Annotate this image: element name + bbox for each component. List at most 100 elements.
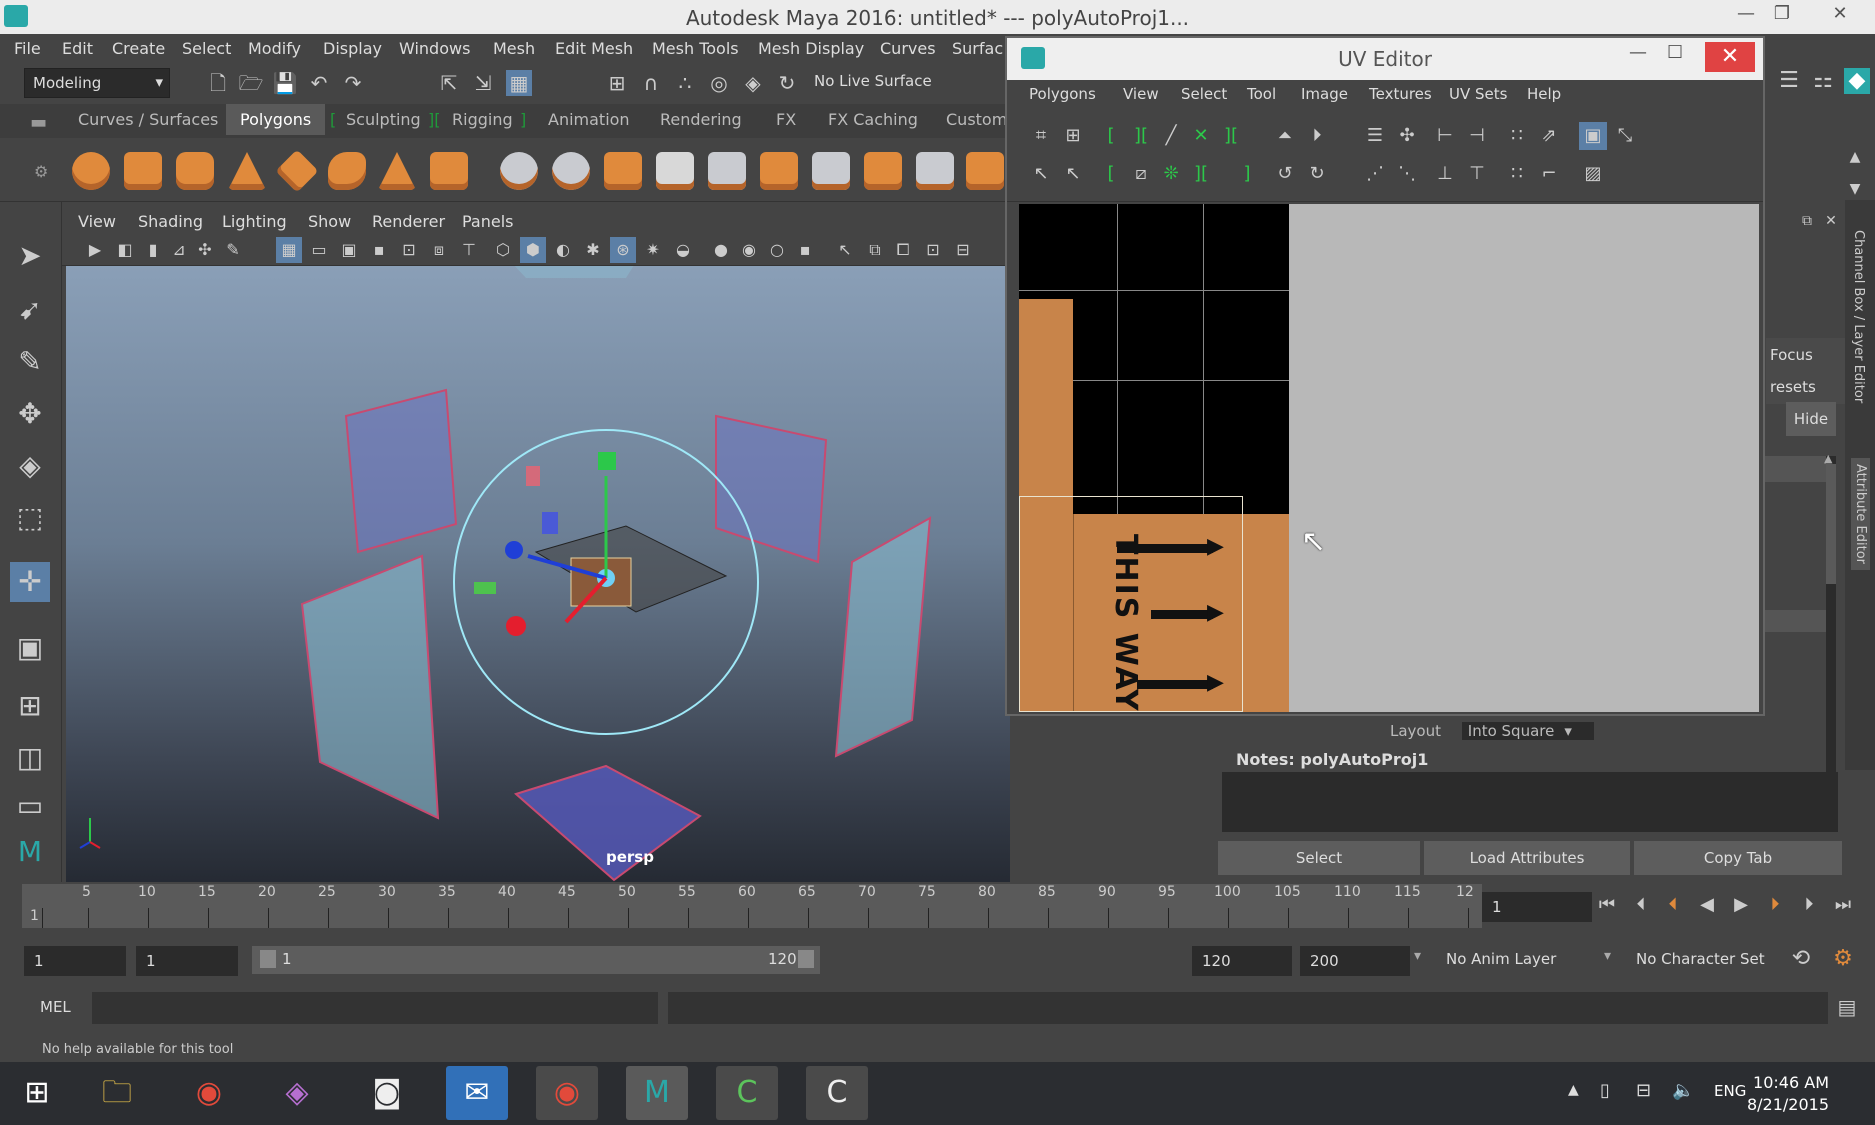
bevel-icon[interactable] xyxy=(708,152,746,190)
mel-label[interactable]: MEL xyxy=(40,998,71,1016)
scrollbar-up-arrow-icon[interactable]: ▲ xyxy=(1824,452,1832,465)
auto-key-icon[interactable]: ⟲ xyxy=(1788,946,1814,972)
uv-unfold-icon[interactable]: [ xyxy=(1097,160,1125,188)
separate-icon[interactable] xyxy=(552,152,590,190)
system-clock[interactable]: 10:46 AM 8/21/2015 xyxy=(1747,1072,1829,1116)
maya-home-icon[interactable]: M xyxy=(10,832,50,872)
chrome-window-icon[interactable]: ◉ xyxy=(536,1066,598,1120)
scroll-down-icon[interactable]: ▼ xyxy=(1842,176,1868,202)
uv-flip-v-icon[interactable]: ][ xyxy=(1127,122,1155,150)
uv-sew-icon[interactable]: ✕ xyxy=(1187,122,1215,150)
xray-active-icon[interactable]: ⧠ xyxy=(890,237,916,263)
uv-snap-icon[interactable]: ⊞ xyxy=(1059,122,1087,150)
textured-icon[interactable]: ✱ xyxy=(580,237,606,263)
modeling-toolkit-icon[interactable]: ◆ xyxy=(1844,68,1870,94)
four-view-icon[interactable]: ⊞ xyxy=(10,686,50,726)
tab-polygons[interactable]: Polygons xyxy=(226,104,326,135)
menu-curves[interactable]: Curves xyxy=(880,39,936,58)
uv-menu-help[interactable]: Help xyxy=(1527,85,1561,103)
field-chart-icon[interactable]: ⊡ xyxy=(396,237,422,263)
bridge-icon[interactable] xyxy=(656,152,694,190)
select-tool-icon[interactable]: ➤ xyxy=(10,236,50,276)
uv-layout-icon[interactable]: ][ xyxy=(1187,160,1215,188)
tab-sculpting[interactable]: Sculpting xyxy=(346,110,421,129)
step-back-key-icon[interactable]: ⏴ xyxy=(1660,892,1686,918)
playback-end-field[interactable]: 120 xyxy=(1192,946,1292,976)
tab-fx-caching[interactable]: FX Caching xyxy=(828,110,918,129)
save-scene-icon[interactable]: 💾 xyxy=(272,70,298,96)
uv-flip-u-icon[interactable]: [ xyxy=(1097,122,1125,150)
xray-icon[interactable]: ⊛ xyxy=(610,237,636,263)
poly-pyramid-icon[interactable] xyxy=(378,152,416,190)
move-tool-icon[interactable]: ✥ xyxy=(10,394,50,434)
append-icon[interactable] xyxy=(760,152,798,190)
mode-dropdown[interactable]: Modeling ▾ xyxy=(24,68,170,98)
panel-menu-renderer[interactable]: Renderer xyxy=(372,212,445,231)
range-end-handle[interactable] xyxy=(798,950,814,968)
go-to-end-icon[interactable]: ⏭ xyxy=(1830,892,1856,918)
uv-align-icon[interactable]: ☰ xyxy=(1361,122,1389,150)
select-object-icon[interactable]: ⇲ xyxy=(470,70,496,96)
camtasia-recorder-icon[interactable]: C xyxy=(806,1066,868,1120)
uv-align-left-icon[interactable]: ⊢ xyxy=(1431,122,1459,150)
color-management-icon[interactable]: ⊟ xyxy=(950,237,976,263)
universal-manip-icon[interactable]: ✛ xyxy=(10,562,50,602)
uv-frame-icon[interactable]: ⌐ xyxy=(1535,160,1563,188)
open-scene-icon[interactable]: 🗁 xyxy=(238,70,264,96)
range-start-handle[interactable] xyxy=(260,950,276,968)
poly-cylinder-icon[interactable] xyxy=(176,152,214,190)
planar-map-icon[interactable] xyxy=(916,152,954,190)
camtasia-icon[interactable]: C xyxy=(716,1066,778,1120)
uv-editor-title-bar[interactable]: UV Editor — ☐ ✕ xyxy=(1007,38,1763,80)
resolution-gate-icon[interactable]: ▣ xyxy=(336,237,362,263)
network-icon[interactable]: ⊟ xyxy=(1636,1080,1651,1101)
panel-menu-panels[interactable]: Panels xyxy=(462,212,514,231)
uv-menu-uv-sets[interactable]: UV Sets xyxy=(1449,85,1507,103)
uv-rotate-ccw-icon[interactable]: ⏶ xyxy=(1271,122,1299,150)
tab-curves-surfaces[interactable]: Curves / Surfaces xyxy=(78,110,218,129)
safe-title-icon[interactable]: ⊤ xyxy=(456,237,482,263)
image-plane-icon[interactable]: ⊿ xyxy=(166,237,192,263)
uv-minimize-button[interactable]: — xyxy=(1629,42,1647,63)
step-forward-icon[interactable]: ⏵ xyxy=(1796,892,1822,918)
wireframe-on-shaded-icon[interactable]: ◐ xyxy=(550,237,576,263)
menu-edit-mesh[interactable]: Edit Mesh xyxy=(555,39,633,58)
snap-surface-icon[interactable]: ◈ xyxy=(740,70,766,96)
uv-align-bottom-icon[interactable]: ⊥ xyxy=(1431,160,1459,188)
uv-menu-polygons[interactable]: Polygons xyxy=(1029,85,1096,103)
menu-mesh-display[interactable]: Mesh Display xyxy=(758,39,864,58)
channel-box-toggle-icon[interactable]: ☰ xyxy=(1776,68,1802,94)
uv-spread-icon[interactable]: ⋱ xyxy=(1393,160,1421,188)
tab-custom[interactable]: Custom xyxy=(946,110,1007,129)
tool-settings-toggle-icon[interactable]: ⚏ xyxy=(1810,68,1836,94)
menu-edit[interactable]: Edit xyxy=(62,39,93,58)
menu-create[interactable]: Create xyxy=(112,39,165,58)
shelf-settings-icon[interactable]: ⚙ xyxy=(34,162,48,181)
viewport-persp[interactable]: persp xyxy=(66,266,1010,882)
uv-relax-icon[interactable]: ❊ xyxy=(1157,160,1185,188)
go-to-start-icon[interactable]: ⏮ xyxy=(1594,892,1620,918)
live-surface-icon[interactable]: ↻ xyxy=(774,70,800,96)
start-button-icon[interactable]: ⊞ xyxy=(6,1066,68,1120)
mel-input[interactable] xyxy=(92,992,658,1024)
uv-texture-canvas[interactable]: THIS WAY UP ▶ ▶ ▶ ↖ xyxy=(1019,204,1759,712)
current-frame-field[interactable]: 1 xyxy=(1482,892,1592,922)
gamma-icon[interactable]: ⊡ xyxy=(920,237,946,263)
poly-cube-icon[interactable] xyxy=(124,152,162,190)
range-slider[interactable]: 1 120 xyxy=(252,946,820,974)
poly-torus-icon[interactable] xyxy=(328,152,366,190)
select-button[interactable]: Select xyxy=(1218,841,1420,875)
playback-start-field[interactable]: 1 xyxy=(136,946,238,976)
uv-rotate-right-icon[interactable]: ↻ xyxy=(1303,160,1331,188)
file-explorer-icon[interactable]: 🗀 xyxy=(86,1066,148,1120)
uv-align-right-icon[interactable]: ⊣ xyxy=(1463,122,1491,150)
poly-sphere-icon[interactable] xyxy=(72,152,110,190)
load-attributes-button[interactable]: Load Attributes xyxy=(1424,841,1630,875)
combine-icon[interactable] xyxy=(500,152,538,190)
menu-select[interactable]: Select xyxy=(182,39,231,58)
tab-fx[interactable]: FX xyxy=(776,110,796,129)
uv-menu-image[interactable]: Image xyxy=(1301,85,1348,103)
volume-icon[interactable]: 🔈 xyxy=(1672,1080,1694,1101)
uv-isolate-icon[interactable]: ∷ xyxy=(1503,160,1531,188)
film-gate-icon[interactable]: ▭ xyxy=(306,237,332,263)
